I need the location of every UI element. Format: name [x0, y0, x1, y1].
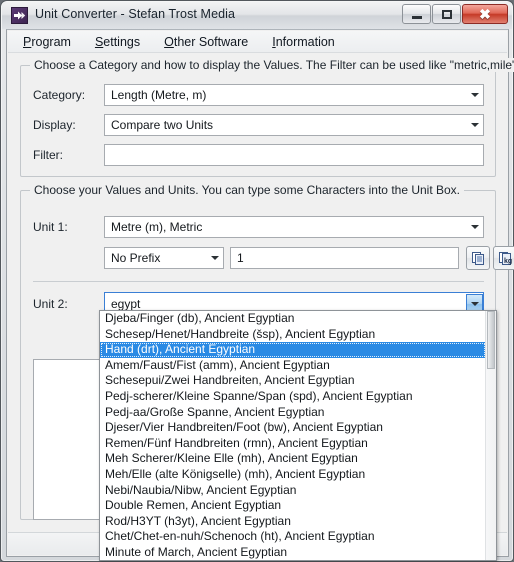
chevron-down-icon[interactable]: [466, 217, 483, 237]
dropdown-item[interactable]: Double Remen, Ancient Egyptian: [100, 498, 486, 514]
menu-item-settings[interactable]: Settings: [86, 33, 149, 51]
unit2-combobox-value: egypt: [111, 296, 141, 311]
category-combobox-value: Length (Metre, m): [111, 88, 207, 102]
close-icon: ✖: [479, 6, 491, 22]
dropdown-item[interactable]: Schesepui/Zwei Handbreiten, Ancient Egyp…: [100, 373, 486, 389]
unit1-combobox-value: Metre (m), Metric: [111, 220, 203, 234]
chevron-down-icon[interactable]: [466, 115, 483, 135]
window-controls: ✖: [401, 4, 508, 24]
dropdown-item[interactable]: Hand (drt), Ancient Egyptian: [100, 342, 486, 358]
chevron-down-icon[interactable]: [206, 248, 223, 268]
unit1-combobox[interactable]: Metre (m), Metric: [104, 216, 484, 238]
menu-accel-o: O: [164, 34, 174, 49]
dropdown-item[interactable]: Amem/Faust/Fist (amm), Ancient Egyptian: [100, 358, 486, 374]
category-groupbox-legend: Choose a Category and how to display the…: [30, 58, 514, 72]
copy-with-unit-button[interactable]: kg: [493, 246, 514, 270]
dropdown-scrollbar[interactable]: [485, 311, 496, 560]
dropdown-item[interactable]: Schesep/Henet/Handbreite (šsp), Ancient …: [100, 327, 486, 343]
dropdown-scrollbar-thumb[interactable]: [487, 311, 495, 369]
dropdown-item[interactable]: Nebi/Naubia/Nibw, Ancient Egyptian: [100, 483, 486, 499]
filter-input[interactable]: [104, 144, 484, 166]
copy-button[interactable]: [466, 246, 490, 270]
arrow-glyph: [470, 225, 479, 229]
menu-item-information[interactable]: Information: [263, 33, 344, 51]
dropdown-item[interactable]: Meh Scherer/Kleine Elle (mh), Ancient Eg…: [100, 451, 486, 467]
copy-icon: [471, 251, 484, 265]
copy-with-unit-kg-icon: kg: [498, 251, 512, 265]
arrow-glyph: [470, 123, 479, 127]
dropdown-item[interactable]: Djeba/Finger (db), Ancient Egyptian: [100, 311, 486, 327]
units-groupbox-legend: Choose your Values and Units. You can ty…: [30, 183, 465, 197]
chevron-down-icon[interactable]: [466, 85, 483, 105]
dropdown-item[interactable]: Meh/Elle (alte Königselle) (mh), Ancient…: [100, 467, 486, 483]
dropdown-item[interactable]: Rod/H3YT (h3yt), Ancient Egyptian: [100, 514, 486, 530]
minimize-button[interactable]: [402, 4, 431, 24]
menu-item-program[interactable]: Program: [14, 33, 80, 51]
dropdown-item[interactable]: Pedj-aa/Große Spanne, Ancient Egyptian: [100, 405, 486, 421]
filter-label: Filter:: [33, 148, 63, 162]
arrow-glyph: [210, 256, 219, 260]
category-combobox[interactable]: Length (Metre, m): [104, 84, 484, 106]
prefix-combobox-value: No Prefix: [111, 251, 161, 265]
arrow-glyph: [470, 301, 479, 306]
menu-rest-other-software: ther Software: [173, 34, 249, 49]
section-divider: [33, 281, 484, 282]
dropdown-item[interactable]: Minute of March, Ancient Egyptian: [100, 545, 486, 560]
menu-rest-information: nformation: [275, 34, 335, 49]
unit1-label: Unit 1:: [33, 220, 68, 234]
prefix-combobox[interactable]: No Prefix: [104, 247, 224, 269]
menu-rest-program: rogram: [31, 34, 71, 49]
maximize-button[interactable]: [432, 4, 461, 24]
arrow-glyph: [470, 93, 479, 97]
unit2-dropdown-list[interactable]: Djeba/Finger (db), Ancient Egyptian Sches…: [99, 310, 497, 561]
display-label: Display:: [33, 118, 76, 132]
unit2-label: Unit 2:: [33, 297, 68, 311]
maximize-icon: [441, 9, 452, 19]
category-label: Category:: [33, 88, 86, 102]
minimize-icon: [411, 15, 422, 19]
menu-bar: Program Settings Other Software Informat…: [8, 31, 507, 53]
dropdown-item[interactable]: Djeser/Vier Handbreiten/Foot (bw), Ancie…: [100, 420, 486, 436]
window-title: Unit Converter - Stefan Trost Media: [35, 7, 236, 21]
title-bar: Unit Converter - Stefan Trost Media ✖: [2, 2, 512, 29]
category-groupbox: Choose a Category and how to display the…: [20, 58, 514, 177]
application-window: Unit Converter - Stefan Trost Media ✖ Pr…: [0, 0, 514, 562]
dropdown-items-container[interactable]: Djeba/Finger (db), Ancient Egyptian Sches…: [100, 311, 486, 560]
client-area: Program Settings Other Software Informat…: [6, 29, 514, 561]
menu-item-other-software[interactable]: Other Software: [155, 33, 257, 51]
svg-text:kg: kg: [504, 258, 512, 265]
dropdown-item[interactable]: Chet/Chet-en-nuh/Schenoch (ht), Ancient …: [100, 529, 486, 545]
amount-input[interactable]: 1: [230, 247, 459, 269]
arrow-convert-icon: [11, 7, 28, 24]
menu-rest-settings: ettings: [103, 34, 141, 49]
display-combobox-value: Compare two Units: [111, 118, 214, 132]
dropdown-item[interactable]: Remen/Fünf Handbreiten (rmn), Ancient Eg…: [100, 436, 486, 452]
dropdown-item[interactable]: Pedj-scherer/Kleine Spanne/Span (spd), A…: [100, 389, 486, 405]
close-button[interactable]: ✖: [462, 4, 508, 24]
display-combobox[interactable]: Compare two Units: [104, 114, 484, 136]
